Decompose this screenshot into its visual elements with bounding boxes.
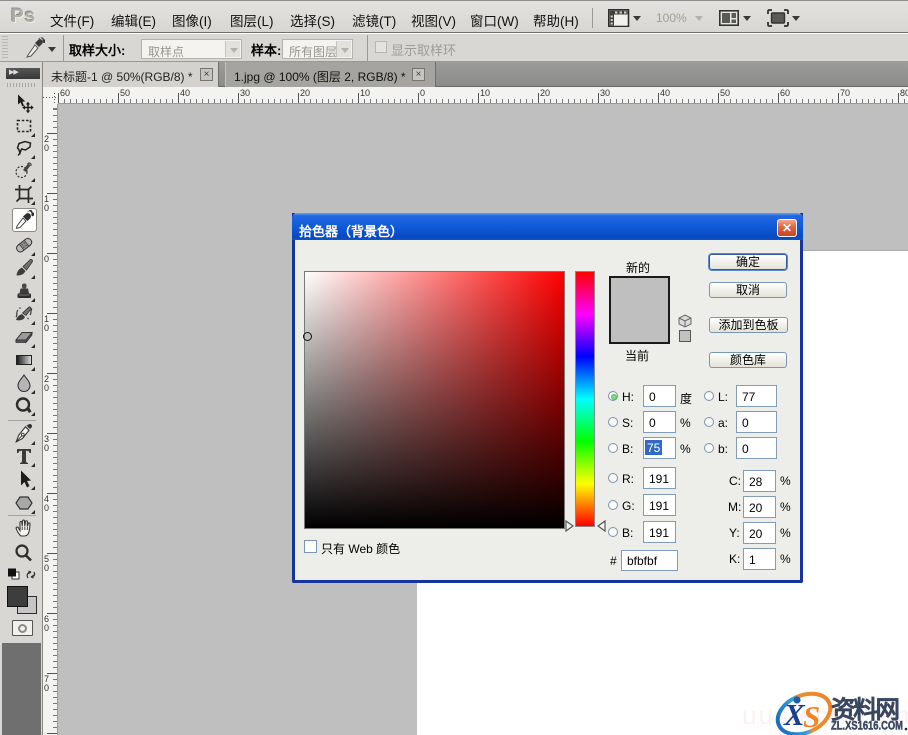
svg-text:S: S: [803, 699, 820, 734]
svg-text:ZL.XS1616.COM: ZL.XS1616.COM: [831, 719, 903, 733]
